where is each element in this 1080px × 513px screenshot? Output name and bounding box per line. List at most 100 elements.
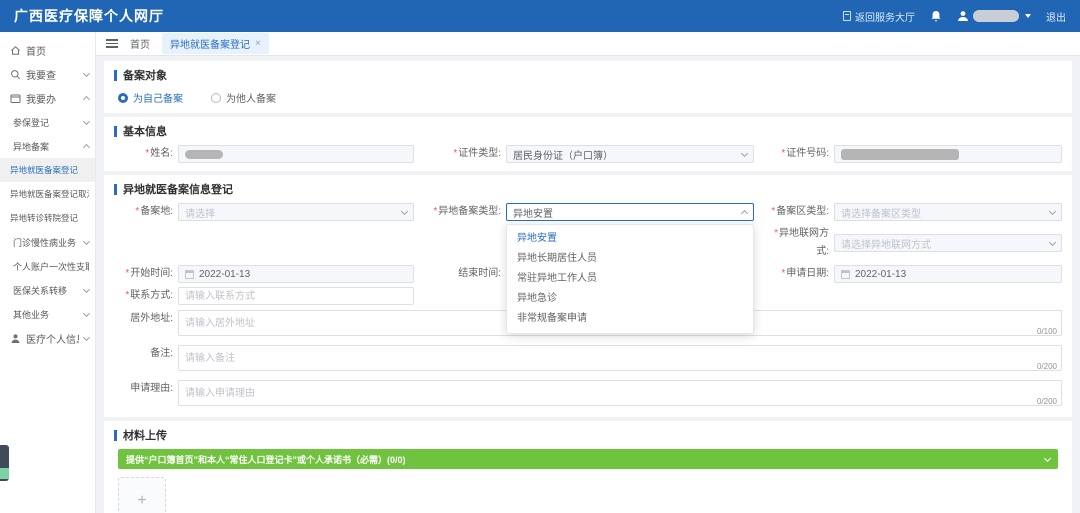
section-bar [114,184,117,195]
reason-counter: 0/200 [1037,397,1057,406]
filing-type-label: *异地备案类型: [428,203,506,221]
start-date-label: *开始时间: [114,265,178,283]
cert-type-select[interactable]: 居民身份证（户口簿） [506,145,754,163]
section-title-basic-info: 基本信息 [104,117,1072,143]
sidebar-item-handle[interactable]: 我要办 [0,86,95,110]
chevron-down-icon [401,207,408,214]
zone-type-select[interactable]: 请选择备案区类型 [834,203,1062,221]
app-header: 广西医疗保障个人网厅 返回服务大厅 退出 [0,0,1080,32]
chevron-down-icon [83,69,90,76]
side-tool-handle[interactable] [0,445,9,481]
return-hall-label: 返回服务大厅 [855,9,915,24]
section-bar [114,70,117,81]
sidebar-item-personal-info[interactable]: 医疗个人信息 [0,326,95,350]
section-filing-info: 异地就医备案信息登记 *备案地: 请选择 *异地备案类型: [104,175,1072,417]
material-banner[interactable]: 提供“户口簿首页”和本人“常住人口登记卡”或个人承诺书（必需）(0/0) [118,449,1058,469]
radio-unselected-icon [211,93,221,103]
apply-date-field[interactable]: 2022-01-13 [834,265,1062,283]
chevron-down-icon [83,237,90,244]
sidebar-item-query[interactable]: 我要查 [0,62,95,86]
radio-selected-icon [118,93,128,103]
sidebar-item-remote-filing[interactable]: 异地备案 [0,134,95,158]
section-materials: 材料上传 提供“户口簿首页”和本人“常住人口登记卡”或个人承诺书（必需）(0/0… [104,421,1072,513]
home-icon [10,45,21,56]
section-title-filing-info: 异地就医备案信息登记 [104,175,1072,201]
sidebar-item-account-withdrawal[interactable]: 个人账户一次性支取 [0,254,95,278]
cert-no-field[interactable] [834,145,1062,163]
zone-type-label: *备案区类型: [762,203,834,221]
start-date-field[interactable]: 2022-01-13 [178,265,414,283]
name-label: *姓名: [114,145,178,163]
hamburger-icon[interactable] [106,39,118,48]
chevron-down-icon [83,117,90,124]
chevron-down-icon [741,149,748,156]
app-title: 广西医疗保障个人网厅 [14,6,164,26]
sidebar-item-chronic-disease[interactable]: 门诊慢性病业务 [0,230,95,254]
return-hall-button[interactable]: 返回服务大厅 [843,9,915,24]
name-field[interactable] [178,145,414,163]
filing-place-select[interactable]: 请选择 [178,203,414,221]
chevron-down-icon [83,285,90,292]
sidebar-item-referral-registration[interactable]: 异地转诊转院登记 [0,206,95,230]
logout-button[interactable]: 退出 [1046,9,1066,24]
user-menu[interactable] [957,10,1031,22]
reason-label: 申请理由: [114,380,178,398]
address-counter: 0/100 [1037,327,1057,336]
plus-icon: + [137,492,146,510]
radio-for-self[interactable]: 为自己备案 [118,90,183,105]
upload-button[interactable]: + [118,477,166,513]
calendar-icon [841,270,850,279]
chevron-down-icon [1049,238,1056,245]
network-mode-label: *异地联网方式: [762,225,834,261]
dropdown-option[interactable]: 异地安置 [507,229,753,249]
dropdown-option[interactable]: 异地长期居住人员 [507,249,753,269]
tab-remote-filing[interactable]: 异地就医备案登记 × [162,33,269,54]
user-avatar-icon [957,10,969,22]
remark-textarea[interactable] [178,345,1062,371]
remark-label: 备注: [114,345,178,363]
document-icon [843,11,851,21]
apply-date-label: *申请日期: [762,265,834,283]
chevron-down-icon [83,333,90,340]
cert-type-label: *证件类型: [428,145,506,163]
close-icon[interactable]: × [255,39,261,49]
tab-bar: 首页 异地就医备案登记 × [96,32,1080,56]
section-title-record-target: 备案对象 [104,61,1072,87]
sidebar-item-enroll-registration[interactable]: 参保登记 [0,110,95,134]
sidebar-item-other-business[interactable]: 其他业务 [0,302,95,326]
username-redacted [973,10,1019,22]
sidebar: 首页 我要查 我要办 参保登记 异地备案 异地就医备案登记 异地就医备案登记取消… [0,32,96,513]
section-title-materials: 材料上传 [104,421,1072,447]
dropdown-option[interactable]: 异地急诊 [507,289,753,309]
chevron-up-icon [83,143,90,150]
cert-no-label: *证件号码: [762,145,834,163]
network-mode-select[interactable]: 请选择异地联网方式 [834,234,1062,252]
address-label: 居外地址: [114,310,178,328]
notification-bell-icon[interactable] [930,10,942,23]
remark-counter: 0/200 [1037,362,1057,371]
filing-type-select[interactable]: 异地安置 [506,203,754,221]
contact-input[interactable] [178,287,414,305]
end-date-label: 结束时间: [428,265,506,283]
section-bar [114,126,117,137]
sidebar-item-insurance-transfer[interactable]: 医保关系转移 [0,278,95,302]
sidebar-item-remote-filing-cancel[interactable]: 异地就医备案登记取消 [0,182,95,206]
redacted-cert-no-value [841,149,959,160]
reason-textarea[interactable] [178,380,1062,406]
chevron-up-icon [741,209,748,216]
dropdown-option[interactable]: 常驻异地工作人员 [507,269,753,289]
folder-icon [10,93,21,104]
radio-for-other[interactable]: 为他人备案 [211,90,276,105]
redacted-name-value [185,150,223,159]
calendar-icon [185,270,194,279]
tab-home[interactable]: 首页 [130,36,150,51]
sidebar-item-remote-medical-filing[interactable]: 异地就医备案登记 [0,158,95,182]
chevron-down-icon [1025,14,1031,18]
section-bar [114,430,117,441]
contact-label: *联系方式: [114,287,178,305]
filing-type-dropdown: 异地安置 异地长期居住人员 常驻异地工作人员 异地急诊 非常规备案申请 [506,224,754,334]
chevron-down-icon [1044,454,1051,461]
sidebar-item-home[interactable]: 首页 [0,38,95,62]
person-icon [10,333,21,344]
dropdown-option[interactable]: 非常规备案申请 [507,309,753,329]
